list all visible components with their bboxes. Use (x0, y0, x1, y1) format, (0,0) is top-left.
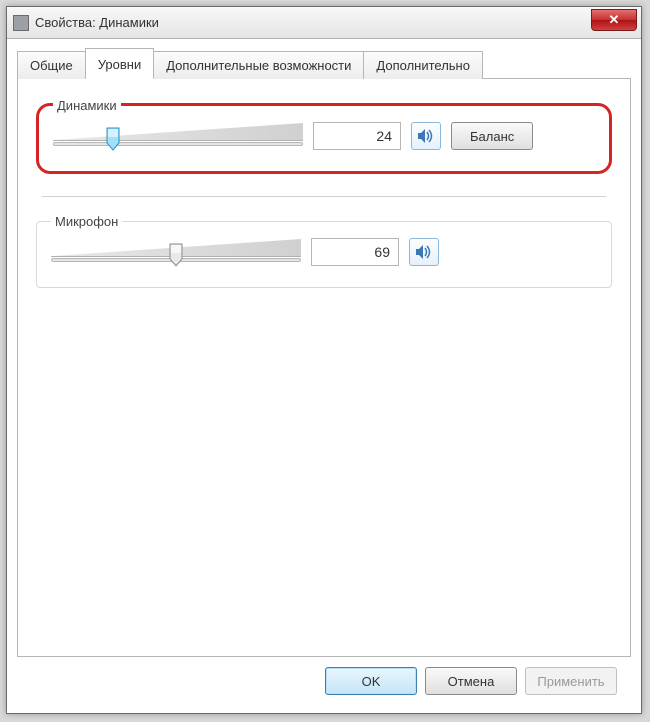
microphone-mute-button[interactable] (409, 238, 439, 266)
balance-button[interactable]: Баланс (451, 122, 533, 150)
ok-button[interactable]: OK (325, 667, 417, 695)
client-area: Общие Уровни Дополнительные возможности … (7, 39, 641, 713)
slider-thumb[interactable] (106, 127, 120, 151)
tabpanel-levels: Динамики (17, 79, 631, 657)
speakers-value-input[interactable] (313, 122, 401, 150)
cancel-button[interactable]: Отмена (425, 667, 517, 695)
slider-track (53, 142, 303, 146)
tab-advanced[interactable]: Дополнительно (363, 51, 483, 79)
window-icon (13, 15, 29, 31)
speakers-row: Баланс (53, 121, 595, 151)
speakers-mute-button[interactable] (411, 122, 441, 150)
tabstrip: Общие Уровни Дополнительные возможности … (17, 49, 631, 79)
speakers-label: Динамики (53, 98, 121, 113)
tab-enhancements[interactable]: Дополнительные возможности (153, 51, 364, 79)
tab-levels[interactable]: Уровни (85, 48, 154, 79)
speakers-slider[interactable] (53, 121, 303, 151)
microphone-row (51, 237, 597, 267)
microphone-group: Микрофон (36, 221, 612, 288)
tab-general[interactable]: Общие (17, 51, 86, 79)
footer: OK Отмена Применить (17, 657, 631, 707)
window-title: Свойства: Динамики (35, 15, 159, 30)
microphone-value-input[interactable] (311, 238, 399, 266)
titlebar: Свойства: Динамики ✕ (7, 7, 641, 39)
speaker-icon (417, 128, 435, 144)
divider (42, 196, 606, 197)
properties-window: Свойства: Динамики ✕ Общие Уровни Дополн… (6, 6, 642, 714)
speakers-group: Динамики (36, 103, 612, 174)
microphone-label: Микрофон (51, 214, 122, 229)
apply-button: Применить (525, 667, 617, 695)
slider-wedge (53, 123, 303, 141)
microphone-slider[interactable] (51, 237, 301, 267)
speaker-icon (415, 244, 433, 260)
close-button[interactable]: ✕ (591, 9, 637, 31)
slider-thumb[interactable] (169, 243, 183, 267)
close-icon: ✕ (609, 12, 620, 28)
